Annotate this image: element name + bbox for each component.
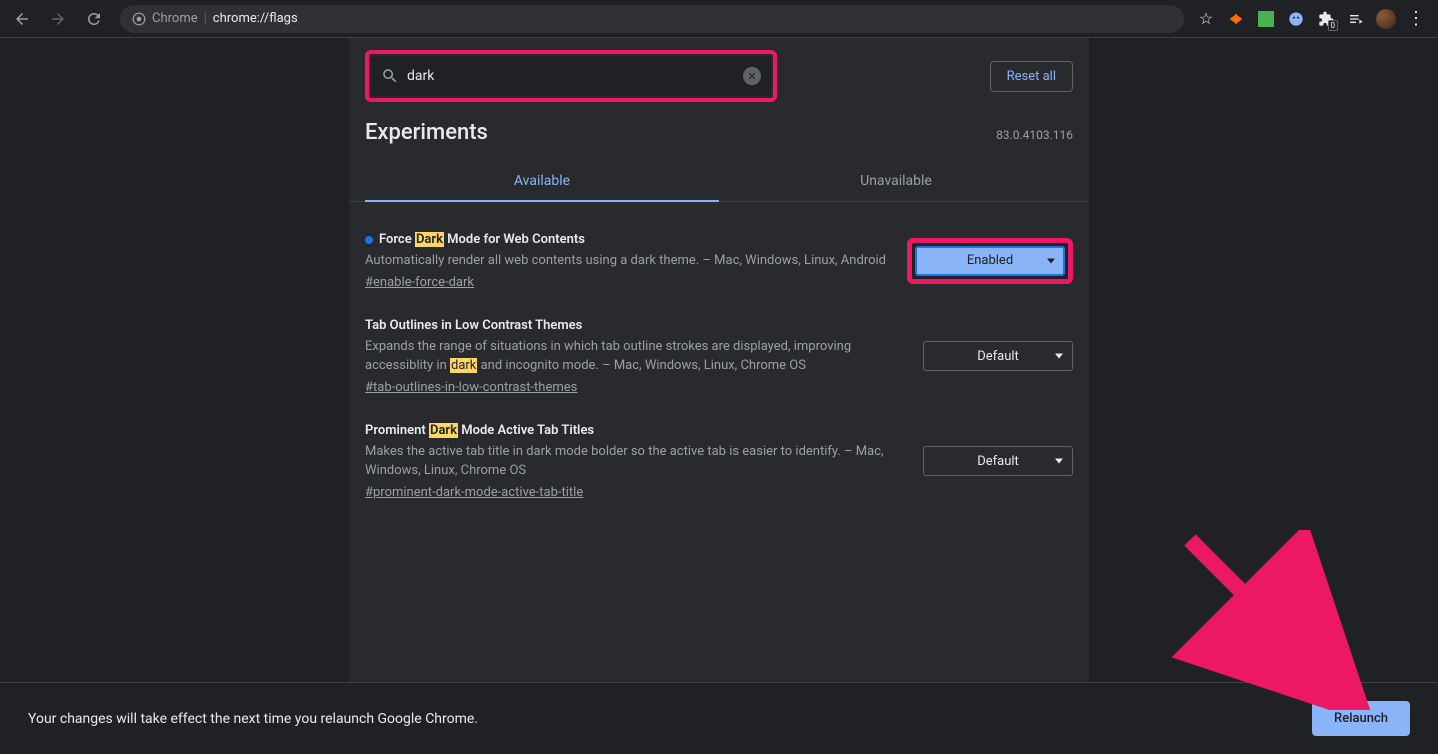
flag-info: Prominent Dark Mode Active Tab Titles Ma… [365, 423, 907, 500]
header-row: ✕ Reset all [349, 38, 1089, 110]
search-icon [381, 67, 399, 85]
arrow-annotation [1170, 530, 1370, 710]
flag-hash-link[interactable]: #prominent-dark-mode-active-tab-title [365, 485, 583, 500]
bookmark-star-icon[interactable]: ☆ [1196, 9, 1216, 29]
search-box[interactable]: ✕ [371, 56, 771, 96]
tab-available[interactable]: Available [365, 161, 719, 201]
toolbar-right: ☆ 0 ⋮ [1196, 9, 1430, 29]
extensions-badge: 0 [1328, 20, 1339, 31]
flags-page: ✕ Reset all Experiments 83.0.4103.116 Av… [349, 38, 1089, 682]
flag-description: Automatically render all web contents us… [365, 251, 891, 271]
extension-icon-3[interactable] [1286, 9, 1306, 29]
flag-title: Force Dark Mode for Web Contents [365, 232, 891, 247]
flag-control: Enabled [907, 232, 1073, 290]
flag-select[interactable]: Default [923, 341, 1073, 371]
extensions-icon[interactable]: 0 [1316, 9, 1336, 29]
reload-button[interactable] [80, 5, 108, 33]
relaunch-message: Your changes will take effect the next t… [28, 711, 1312, 727]
flag-item: Force Dark Mode for Web Contents Automat… [365, 218, 1073, 304]
flag-item: Prominent Dark Mode Active Tab Titles Ma… [365, 409, 1073, 514]
search-highlight: Dark [429, 423, 458, 438]
flag-select[interactable]: Enabled [915, 246, 1065, 276]
flag-hash-link[interactable]: #tab-outlines-in-low-contrast-themes [365, 380, 577, 395]
search-highlight-annotation: ✕ [365, 50, 777, 102]
extension-icon-2[interactable] [1256, 9, 1276, 29]
address-bar[interactable]: Chrome | chrome://flags [120, 5, 1184, 33]
address-host: Chrome [152, 11, 198, 26]
address-separator: | [204, 11, 207, 26]
menu-button[interactable]: ⋮ [1406, 9, 1426, 29]
flag-hash-link[interactable]: #enable-force-dark [365, 275, 474, 290]
browser-toolbar: Chrome | chrome://flags ☆ 0 ⋮ [0, 0, 1438, 38]
flag-control: Default [923, 423, 1073, 500]
search-highlight: Dark [415, 232, 444, 247]
flag-title: Tab Outlines in Low Contrast Themes [365, 318, 907, 333]
tab-unavailable[interactable]: Unavailable [719, 161, 1073, 201]
media-icon[interactable] [1346, 9, 1366, 29]
modified-dot-icon [365, 236, 373, 244]
title-row: Experiments 83.0.4103.116 [349, 110, 1089, 161]
flag-info: Force Dark Mode for Web Contents Automat… [365, 232, 891, 290]
tabs: Available Unavailable [349, 161, 1089, 202]
forward-button[interactable] [44, 5, 72, 33]
flag-item: Tab Outlines in Low Contrast Themes Expa… [365, 304, 1073, 409]
profile-avatar[interactable] [1376, 9, 1396, 29]
extension-icon-1[interactable] [1226, 9, 1246, 29]
flags-list: Force Dark Mode for Web Contents Automat… [349, 202, 1089, 530]
flag-description: Makes the active tab title in dark mode … [365, 442, 907, 481]
version-label: 83.0.4103.116 [996, 128, 1073, 142]
flag-select[interactable]: Default [923, 446, 1073, 476]
back-button[interactable] [8, 5, 36, 33]
flag-title: Prominent Dark Mode Active Tab Titles [365, 423, 907, 438]
flag-info: Tab Outlines in Low Contrast Themes Expa… [365, 318, 907, 395]
clear-search-icon[interactable]: ✕ [743, 67, 761, 85]
reset-all-button[interactable]: Reset all [990, 61, 1073, 92]
flag-control: Default [923, 318, 1073, 395]
select-highlight-annotation: Enabled [907, 238, 1073, 284]
search-input[interactable] [407, 68, 735, 84]
search-highlight: dark [450, 358, 477, 373]
flag-description: Expands the range of situations in which… [365, 337, 907, 376]
address-path: chrome://flags [213, 11, 298, 26]
page-title: Experiments [365, 120, 488, 145]
